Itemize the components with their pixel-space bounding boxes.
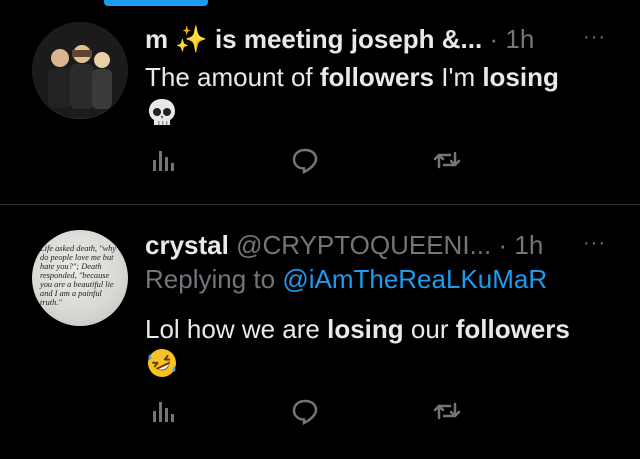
views-icon[interactable] (148, 145, 178, 175)
tweet-header: m ✨ is meeting joseph &... · 1h (145, 24, 534, 55)
author-name[interactable]: m ✨ is meeting joseph &... (145, 24, 482, 54)
replying-to: Replying to @iAmTheReaLKuMaR (145, 264, 547, 295)
replying-prefix: Replying to (145, 264, 283, 294)
author-name[interactable]: crystal (145, 230, 229, 260)
avatar[interactable] (32, 22, 128, 119)
avatar-photo (32, 22, 128, 118)
timestamp[interactable]: 1h (505, 24, 534, 54)
tweet-text: The amount of followers I'm losing (145, 60, 559, 94)
tweet-header: crystal @CRYPTOQUEENI... · 1h (145, 230, 543, 261)
author-handle[interactable]: @CRYPTOQUEENI... (236, 230, 491, 260)
text-part: Lol how we are (145, 314, 328, 344)
more-options-icon[interactable]: ··· (583, 232, 606, 255)
divider (0, 204, 640, 205)
avatar[interactable]: Life asked death, "why do people love me… (32, 230, 128, 326)
avatar-quote-text: Life asked death, "why do people love me… (40, 244, 117, 307)
views-icon[interactable] (148, 396, 178, 426)
text-part-bold: losing (327, 314, 404, 344)
tweet-text: Lol how we are losing our followers (145, 312, 570, 346)
skull-emoji (145, 96, 179, 130)
more-options-icon[interactable]: ··· (583, 26, 606, 49)
retweet-icon[interactable] (432, 145, 462, 175)
rofl-emoji (145, 346, 179, 380)
text-part-bold: followers (319, 62, 435, 92)
mention-link[interactable]: @iAmTheReaLKuMaR (282, 264, 547, 294)
meta-separator: · (498, 230, 508, 260)
reply-icon[interactable] (290, 145, 320, 175)
text-part: our (403, 314, 456, 344)
text-part-bold: losing (482, 62, 559, 92)
text-part-bold: followers (455, 314, 570, 344)
text-part: I'm (434, 62, 483, 92)
text-part: The amount of (145, 62, 320, 92)
timestamp[interactable]: 1h (514, 230, 543, 260)
reply-icon[interactable] (290, 396, 320, 426)
retweet-icon[interactable] (432, 396, 462, 426)
meta-separator: · (489, 24, 499, 54)
